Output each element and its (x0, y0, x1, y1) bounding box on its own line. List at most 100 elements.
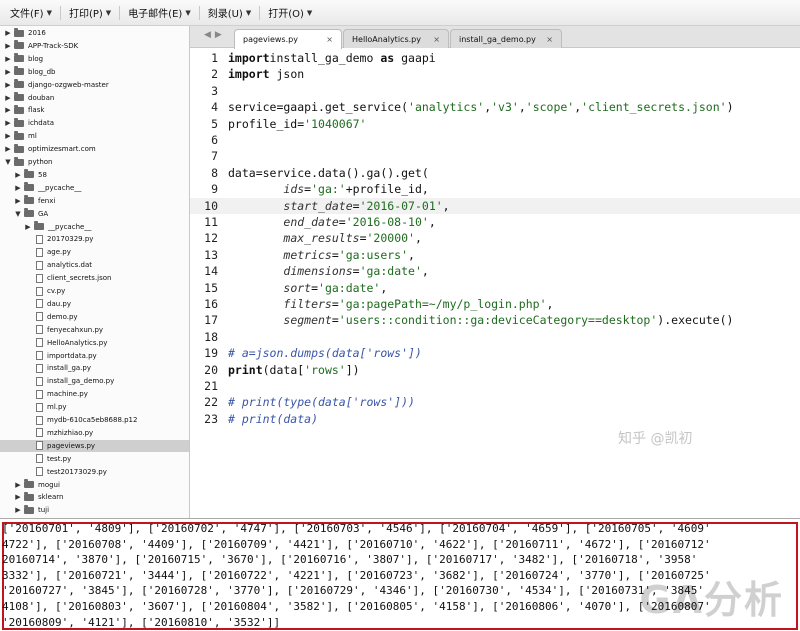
close-icon[interactable]: × (326, 35, 333, 44)
code-line[interactable]: 2 import json (190, 66, 800, 82)
tree-folder[interactable]: ▶ optimizesmart.com (0, 143, 189, 155)
chevron-right-icon[interactable]: ▶ (4, 94, 12, 102)
code-editor[interactable]: 1 importinstall_ga_demo as gaapi 2 import j… (190, 48, 800, 518)
tree-folder[interactable]: ▶ blog (0, 53, 189, 65)
tree-folder[interactable]: ▶ APP-Track-SDK (0, 40, 189, 52)
line-number: 6 (211, 133, 218, 147)
tree-file[interactable]: test20173029.py (0, 466, 189, 478)
code-line[interactable]: 13 metrics='ga:users', (190, 247, 800, 263)
code-line[interactable]: 9 ids='ga:'+profile_id, (190, 181, 800, 197)
chevron-right-icon[interactable]: ▶ (14, 171, 22, 179)
menu-burn[interactable]: 刻录(U) ▼ (202, 0, 258, 25)
tree-folder[interactable]: ▶ flask (0, 104, 189, 116)
tree-folder[interactable]: ▶ tuji (0, 504, 189, 516)
chevron-right-icon[interactable]: ▶ (4, 42, 12, 50)
tree-folder[interactable]: ▶ django-ozgweb-master (0, 79, 189, 91)
tree-folder[interactable]: ▶ ichdata (0, 117, 189, 129)
close-icon[interactable]: × (546, 35, 553, 44)
code-line[interactable]: 17 segment='users::condition::ga:deviceC… (190, 312, 800, 328)
chevron-right-icon[interactable]: ▶ (4, 68, 12, 76)
code-token: 'users::condition::ga:deviceCategory==de… (338, 313, 658, 328)
code-line[interactable]: 6 (190, 132, 800, 148)
tree-folder[interactable]: ▶ douban (0, 92, 189, 104)
tree-file[interactable]: mzhizhiao.py (0, 427, 189, 439)
tree-folder[interactable]: ▼ GA (0, 208, 189, 220)
tree-folder[interactable]: ▶ ml (0, 130, 189, 142)
code-line[interactable]: 5 profile_id='1040067' (190, 116, 800, 132)
menu-email[interactable]: 电子邮件(E) ▼ (122, 0, 197, 25)
chevron-right-icon[interactable]: ▶ (14, 481, 22, 489)
code-line[interactable]: 19 # a=json.dumps(data['rows']) (190, 345, 800, 361)
tree-file[interactable]: pageviews.py (0, 439, 189, 452)
menu-print[interactable]: 打印(P) ▼ (63, 0, 117, 25)
tree-file[interactable]: HelloAnalytics.py (0, 337, 189, 349)
tree-file[interactable]: ml.py (0, 401, 189, 413)
tree-folder[interactable]: ▶ sklearn (0, 491, 189, 503)
tree-folder[interactable]: ▼ python (0, 156, 189, 168)
close-icon[interactable]: × (433, 35, 440, 44)
tab-install-ga-demo[interactable]: install_ga_demo.py × (450, 29, 562, 48)
chevron-right-icon[interactable]: ▶ (4, 29, 12, 37)
code-token: 'ga:date' (359, 264, 422, 279)
chevron-down-icon[interactable]: ▼ (14, 210, 22, 218)
code-line[interactable]: 11 end_date='2016-08-10', (190, 214, 800, 230)
tree-file[interactable]: mydb-610ca5eb8688.p12 (0, 414, 189, 426)
code-line[interactable]: 3 (190, 83, 800, 99)
tree-item-label: fenxi (38, 196, 56, 205)
menu-open[interactable]: 打开(O) ▼ (262, 0, 318, 25)
code-line[interactable]: 23 # print(data) (190, 411, 800, 427)
chevron-right-icon[interactable]: ▶ (4, 81, 12, 89)
tree-file[interactable]: client_secrets.json (0, 272, 189, 284)
chevron-right-icon[interactable]: ▶ (24, 223, 32, 231)
code-line[interactable]: 4 service=gaapi.get_service('analytics','… (190, 99, 800, 115)
code-line[interactable]: 8 data=service.data().ga().get( (190, 165, 800, 181)
tree-folder[interactable]: ▶ fenxi (0, 195, 189, 207)
code-line[interactable]: 7 (190, 148, 800, 164)
code-text: start_date='2016-07-01', (228, 199, 449, 213)
tab-nav-arrows-icon[interactable]: ◀▶ (204, 30, 226, 40)
tree-folder[interactable]: ▶ 2016 (0, 27, 189, 39)
code-line[interactable]: 12 max_results='20000', (190, 230, 800, 246)
tab-pageviews[interactable]: pageviews.py × (234, 29, 342, 49)
chevron-right-icon[interactable]: ▶ (14, 197, 22, 205)
chevron-right-icon[interactable]: ▶ (4, 119, 12, 127)
tree-folder[interactable]: ▶ 58 (0, 169, 189, 181)
tree-file[interactable]: machine.py (0, 388, 189, 400)
tree-folder[interactable]: ▶ blog_db (0, 66, 189, 78)
code-line[interactable]: 10 start_date='2016-07-01', (190, 197, 800, 214)
code-line[interactable]: 18 (190, 329, 800, 345)
tree-file[interactable]: 20170329.py (0, 233, 189, 245)
tree-folder[interactable]: ▶ __pycache__ (0, 182, 189, 194)
code-line[interactable]: 14 dimensions='ga:date', (190, 263, 800, 279)
chevron-right-icon[interactable]: ▶ (4, 55, 12, 63)
tree-item-label: mydb-610ca5eb8688.p12 (47, 416, 138, 424)
tree-file[interactable]: analytics.dat (0, 259, 189, 271)
code-line[interactable]: 1 importinstall_ga_demo as gaapi (190, 50, 800, 66)
tab-helloanalytics[interactable]: HelloAnalytics.py × (343, 29, 449, 48)
code-line[interactable]: 16 filters='ga:pagePath=~/my/p_login.php… (190, 296, 800, 312)
chevron-down-icon[interactable]: ▼ (4, 158, 12, 166)
tree-file[interactable]: install_ga_demo.py (0, 375, 189, 387)
line-number: 8 (211, 165, 218, 180)
chevron-right-icon[interactable]: ▶ (4, 106, 12, 114)
code-line[interactable]: 22 # print(type(data['rows'])) (190, 394, 800, 410)
tree-file[interactable]: cv.py (0, 285, 189, 297)
chevron-right-icon[interactable]: ▶ (14, 506, 22, 514)
chevron-right-icon[interactable]: ▶ (4, 132, 12, 140)
tree-file[interactable]: dau.py (0, 298, 189, 310)
tree-folder[interactable]: ▶ __pycache__ (0, 221, 189, 233)
tree-file[interactable]: demo.py (0, 311, 189, 323)
menu-file[interactable]: 文件(F) ▼ (4, 0, 58, 25)
tree-file[interactable]: install_ga.py (0, 362, 189, 374)
code-line[interactable]: 15 sort='ga:date', (190, 280, 800, 296)
tree-folder[interactable]: ▶ mogui (0, 479, 189, 491)
chevron-right-icon[interactable]: ▶ (4, 145, 12, 153)
tree-file[interactable]: test.py (0, 453, 189, 465)
tree-file[interactable]: fenyecahxun.py (0, 324, 189, 336)
code-line[interactable]: 20 print(data['rows']) (190, 362, 800, 378)
code-line[interactable]: 21 (190, 378, 800, 394)
tree-file[interactable]: age.py (0, 246, 189, 258)
chevron-right-icon[interactable]: ▶ (14, 184, 22, 192)
tree-file[interactable]: importdata.py (0, 350, 189, 362)
chevron-right-icon[interactable]: ▶ (14, 493, 22, 501)
